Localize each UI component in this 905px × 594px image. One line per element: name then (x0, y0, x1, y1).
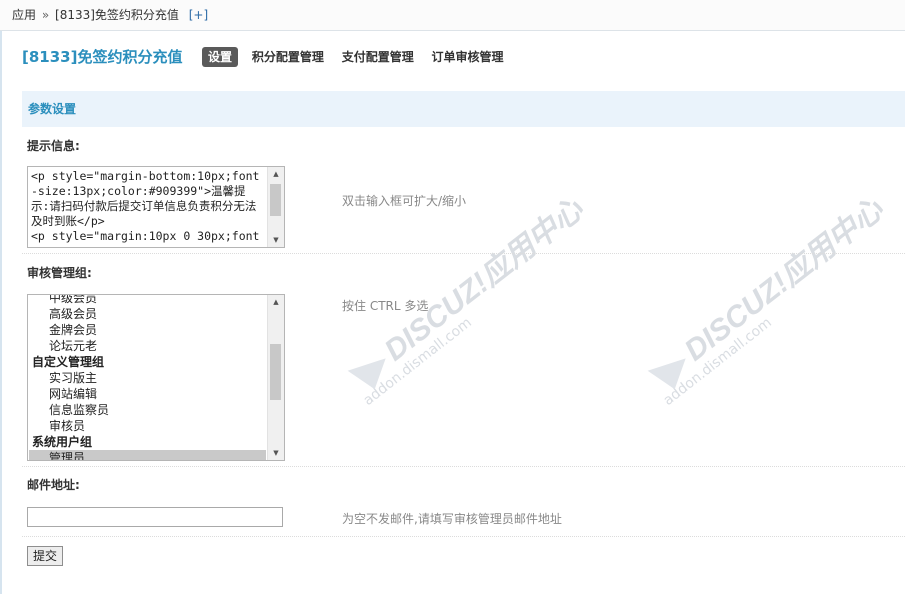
breadcrumb-separator: » (41, 8, 50, 22)
breadcrumb-add-link[interactable]: [+] (189, 8, 208, 22)
page-title: [8133]免签约积分充值 (22, 48, 183, 66)
select-option[interactable]: 实习版主 (29, 370, 266, 386)
select-option[interactable]: 高级会员 (29, 306, 266, 322)
scroll-down-icon[interactable]: ▼ (268, 446, 284, 460)
review-groups-hint: 按住 CTRL 多选 (342, 299, 429, 313)
section-title: 参数设置 (28, 102, 77, 116)
email-field[interactable] (27, 507, 283, 527)
tab-credit-config[interactable]: 积分配置管理 (252, 47, 324, 67)
notice-textarea-content: <p style="margin-bottom:10px;font-size:1… (31, 169, 260, 247)
review-groups-label: 审核管理组: (27, 266, 92, 280)
select-option[interactable]: 中级会员 (29, 295, 266, 306)
watermark-right: DISCUZ!应用中心 addon.dismall.com (635, 186, 898, 409)
select-option[interactable]: 审核员 (29, 418, 266, 434)
review-groups-scrollbar[interactable]: ▲ ▼ (267, 295, 284, 460)
notice-scrollbar[interactable]: ▲ ▼ (267, 167, 284, 247)
review-groups-scroll-thumb[interactable] (270, 344, 281, 400)
breadcrumb-root[interactable]: 应用 (12, 8, 36, 22)
divider (22, 536, 905, 537)
review-groups-options: 中级会员 高级会员 金牌会员 论坛元老 自定义管理组 实习版主 网站编辑 信息监察员 审核员 系统… (29, 295, 266, 460)
tab-bar: 设置 积分配置管理 支付配置管理 订单审核管理 (202, 47, 518, 68)
notice-label: 提示信息: (27, 139, 80, 153)
select-option[interactable]: 金牌会员 (29, 322, 266, 338)
select-optgroup: 系统用户组 (32, 435, 93, 449)
select-option[interactable]: 网站编辑 (29, 386, 266, 402)
scroll-up-icon[interactable]: ▲ (268, 295, 284, 309)
watermark-url: addon.dismall.com (660, 314, 775, 409)
divider (22, 253, 905, 254)
select-optgroup: 自定义管理组 (32, 355, 105, 369)
tab-payment-config[interactable]: 支付配置管理 (342, 47, 414, 67)
divider (22, 466, 905, 467)
notice-textarea[interactable]: <p style="margin-bottom:10px;font-size:1… (27, 166, 285, 248)
scroll-up-icon[interactable]: ▲ (268, 167, 284, 181)
watermark-brand: DISCUZ!应用中心 (378, 192, 590, 368)
select-option[interactable]: 论坛元老 (29, 338, 266, 354)
submit-button[interactable]: 提交 (27, 546, 64, 566)
email-hint: 为空不发邮件,请填写审核管理员邮件地址 (342, 512, 562, 526)
section-header: 参数设置 (22, 91, 905, 127)
tab-order-review[interactable]: 订单审核管理 (432, 47, 504, 67)
tab-settings[interactable]: 设置 (202, 47, 239, 67)
watermark-brand: DISCUZ!应用中心 (678, 192, 890, 368)
review-groups-select[interactable]: 中级会员 高级会员 金牌会员 论坛元老 自定义管理组 实习版主 网站编辑 信息监察员 审核员 系统… (27, 294, 285, 461)
left-border (0, 0, 2, 594)
notice-hint: 双击输入框可扩大/缩小 (342, 194, 467, 208)
email-label: 邮件地址: (27, 478, 80, 492)
notice-scroll-thumb[interactable] (270, 184, 281, 216)
breadcrumb: 应用 » [8133]免签约积分充值 [+] (0, 0, 905, 31)
select-option[interactable]: 信息监察员 (29, 402, 266, 418)
scroll-down-icon[interactable]: ▼ (268, 233, 284, 247)
breadcrumb-current: [8133]免签约积分充值 (55, 8, 179, 22)
select-option[interactable]: 管理员 (29, 450, 266, 460)
